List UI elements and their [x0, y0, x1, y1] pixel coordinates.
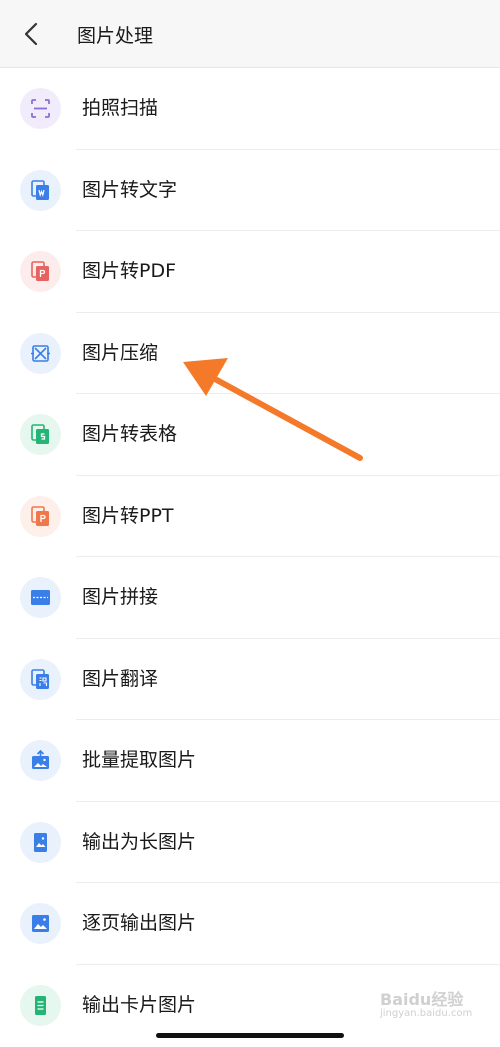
watermark: Baidu经验 jingyan.baidu.com	[380, 990, 480, 1029]
list-item-image-to-sheet[interactable]: 图片转表格	[0, 394, 500, 476]
chevron-left-icon	[24, 22, 38, 46]
list-item-scan[interactable]: 拍照扫描	[0, 68, 500, 150]
list-item-translate[interactable]: 图片翻译	[0, 639, 500, 721]
list-item-image-to-pdf[interactable]: 图片转PDF	[0, 231, 500, 313]
image-to-word-icon	[20, 169, 61, 211]
list-item-image-to-ppt[interactable]: 图片转PPT	[0, 476, 500, 558]
list-item-label: 图片转文字	[82, 178, 178, 201]
list-item-label: 拍照扫描	[82, 97, 159, 119]
list-item-label: 图片转PPT	[82, 504, 174, 527]
list-item-label: 图片翻译	[82, 667, 159, 690]
list-item-image-to-text[interactable]: 图片转文字	[0, 150, 500, 232]
compress-icon	[20, 332, 61, 374]
list-item-label: 图片转表格	[82, 423, 178, 445]
batch-extract-icon	[20, 740, 61, 781]
watermark-logo: Baidu经验	[380, 990, 464, 1009]
top-bar: 图片处理	[0, 0, 500, 68]
scan-icon	[20, 88, 61, 129]
card-image-icon	[20, 984, 61, 1026]
list-item-label: 输出为长图片	[82, 830, 197, 853]
home-indicator	[156, 1033, 344, 1038]
list-item-label: 图片压缩	[82, 341, 159, 364]
stitch-icon	[20, 577, 61, 618]
list-item-batch-extract[interactable]: 批量提取图片	[0, 720, 500, 802]
watermark-url: jingyan.baidu.com	[380, 1008, 473, 1019]
tool-list: 拍照扫描 图片转文字 图片转PDF 图片压缩 图片转表格 图片转PPT 图片拼接…	[0, 68, 500, 1046]
list-item-stitch[interactable]: 图片拼接	[0, 557, 500, 639]
image-to-pdf-icon	[20, 251, 61, 292]
list-item-label: 输出卡片图片	[82, 993, 197, 1016]
image-to-sheet-icon	[20, 414, 61, 455]
list-item-page-image[interactable]: 逐页输出图片	[0, 883, 500, 965]
list-item-label: 批量提取图片	[82, 749, 197, 771]
long-image-icon	[20, 821, 61, 863]
page-image-icon	[20, 903, 61, 944]
list-item-compress[interactable]: 图片压缩	[0, 313, 500, 395]
list-item-label: 逐页输出图片	[82, 912, 197, 934]
list-item-label: 图片转PDF	[82, 260, 177, 282]
image-to-ppt-icon	[20, 495, 61, 537]
list-item-long-image[interactable]: 输出为长图片	[0, 802, 500, 884]
page-title: 图片处理	[77, 25, 154, 47]
translate-icon	[20, 658, 61, 700]
list-item-label: 图片拼接	[82, 586, 159, 608]
back-button[interactable]	[14, 16, 50, 52]
